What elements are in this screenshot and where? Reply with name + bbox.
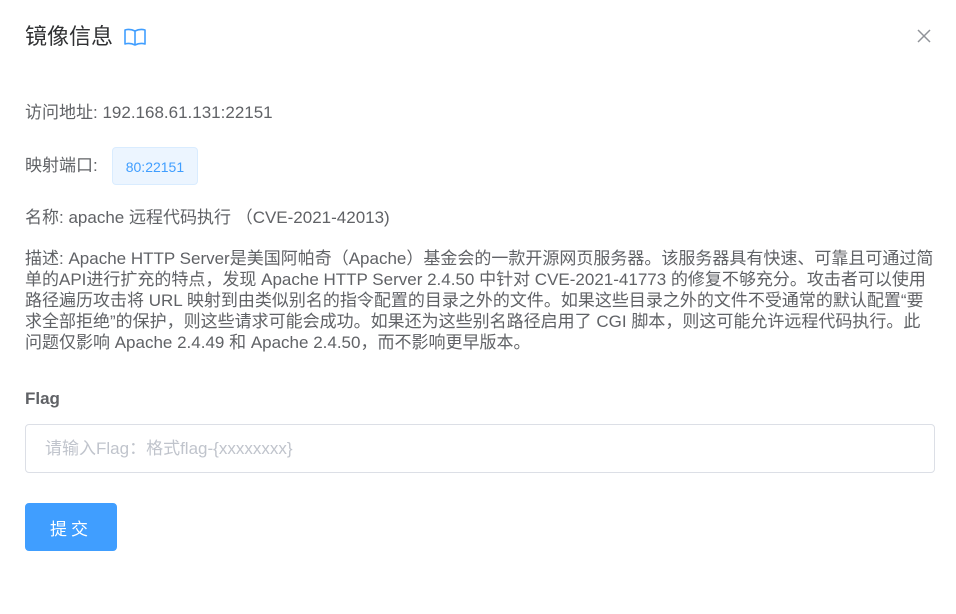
- description-label: 描述:: [25, 249, 64, 268]
- flag-input[interactable]: [25, 424, 935, 473]
- address-row: 访问地址: 192.168.61.131:22151: [25, 101, 273, 125]
- port-row: 映射端口: 80:22151: [25, 146, 199, 186]
- name-value: apache 远程代码执行 （CVE-2021-42013): [68, 208, 390, 227]
- flag-label: Flag: [25, 389, 60, 408]
- name-row: 名称: apache 远程代码执行 （CVE-2021-42013): [25, 206, 390, 230]
- description-value: Apache HTTP Server是美国阿帕奇（Apache）基金会的一款开源…: [25, 249, 934, 352]
- address-label: 访问地址:: [25, 103, 98, 122]
- dialog-title: 镜像信息: [25, 24, 114, 49]
- image-info-dialog: 镜像信息 访问地址: 192.168.61.131:22151 映射端口: 80…: [0, 0, 956, 614]
- book-icon[interactable]: [123, 25, 147, 49]
- name-label: 名称:: [25, 208, 64, 227]
- dialog-header: 镜像信息: [25, 20, 147, 54]
- port-tag: 80:22151: [111, 147, 199, 185]
- description: 描述: Apache HTTP Server是美国阿帕奇（Apache）基金会的…: [25, 248, 937, 353]
- submit-button[interactable]: 提交: [25, 503, 117, 551]
- address-value: 192.168.61.131:22151: [102, 103, 273, 122]
- close-icon[interactable]: [915, 27, 933, 45]
- port-label: 映射端口:: [25, 156, 98, 175]
